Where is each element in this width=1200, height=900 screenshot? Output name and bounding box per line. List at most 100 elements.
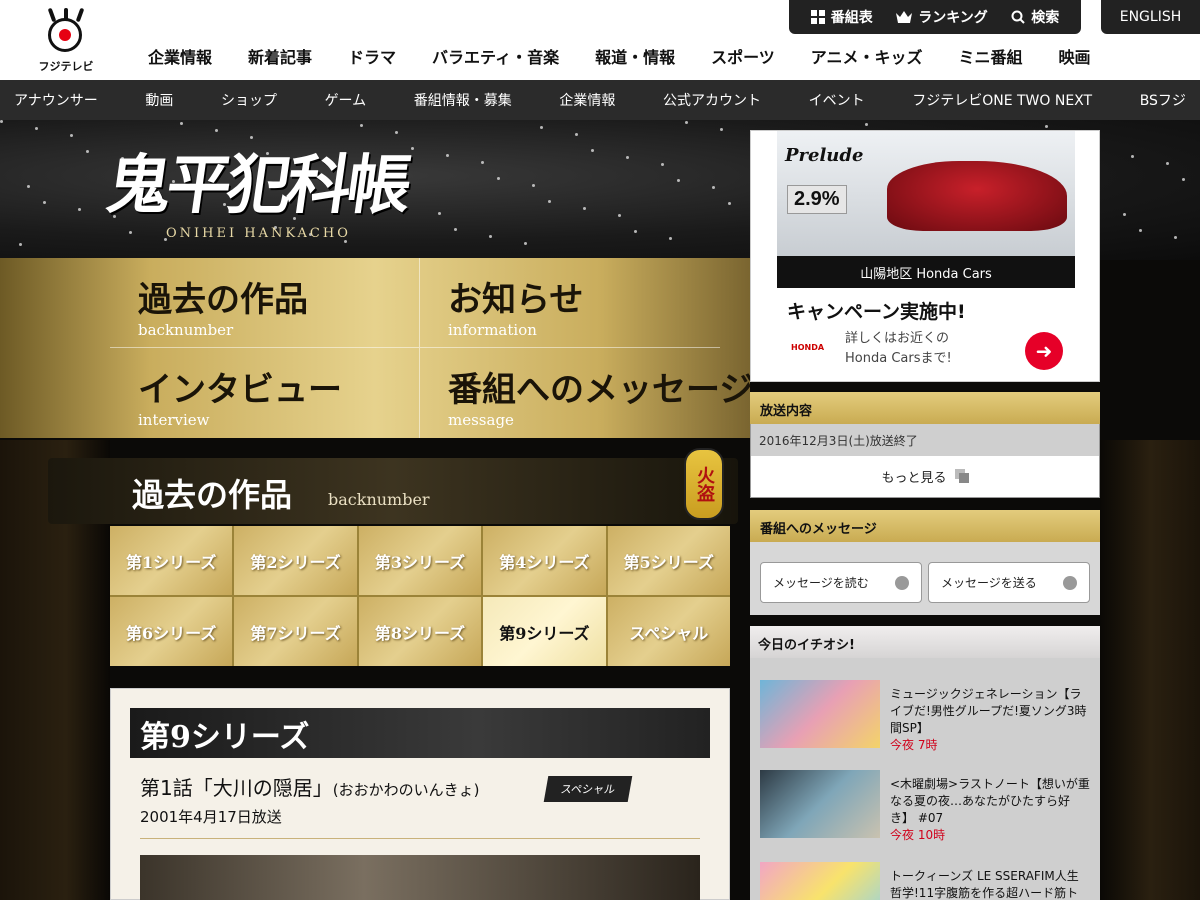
snow-particle (454, 228, 457, 231)
snow-particle (865, 123, 868, 126)
sub-nav-item[interactable]: 公式アカウント (663, 90, 761, 110)
main-nav-item[interactable]: アニメ・キッズ (793, 44, 941, 70)
pickup-item[interactable]: <木曜劇場>ラストノート【想いが重なる夏の夜…あなたがひたすら好き】 #07 今夜… (760, 770, 1090, 842)
more-button[interactable]: もっと見る (751, 458, 1099, 494)
arrow-circle-icon (895, 576, 909, 590)
snow-particle (728, 202, 731, 205)
logo-ear-icon (75, 7, 85, 23)
side-decoration (1100, 440, 1200, 900)
util-program-guide[interactable]: 番組表 (810, 7, 873, 27)
sub-nav-item[interactable]: 番組情報・募集 (414, 90, 512, 110)
arrow-right-icon[interactable]: ➜ (1025, 332, 1063, 370)
snow-particle (360, 124, 363, 127)
snow-particle (1174, 236, 1177, 239)
snow-particle (78, 208, 81, 211)
fujitv-logo[interactable]: フジテレビ (34, 7, 98, 73)
sub-nav-item[interactable]: 動画 (145, 90, 173, 110)
sub-nav-item[interactable]: フジテレビONE TWO NEXT (912, 90, 1092, 110)
sub-nav-item[interactable]: ゲーム (325, 90, 367, 110)
series-button[interactable]: 第8シリーズ (358, 597, 482, 666)
series-button[interactable]: 第7シリーズ (234, 597, 357, 666)
snow-particle (497, 177, 500, 180)
pickup-title: <木曜劇場>ラストノート【想いが重なる夏の夜…あなたがひたすら好き】 #07 (890, 777, 1090, 825)
snow-particle (677, 179, 680, 182)
sub-nav-item[interactable]: 企業情報 (559, 90, 615, 110)
snow-particle (712, 186, 715, 189)
pickup-title: ミュージックジェネレーション【ライブだ!男性グループだ!夏ソング3時間SP】 (890, 687, 1087, 735)
snow-particle (524, 242, 527, 245)
snow-particle (540, 126, 543, 129)
main-nav-item[interactable]: 報道・情報 (577, 44, 693, 70)
program-subtitle: ONIHEI HANKACHO (166, 226, 351, 241)
sub-nav: アナウンサー 動画 ショップ ゲーム 番組情報・募集 企業情報 公式アカウント イベント フジテ… (0, 80, 1200, 120)
honda-logo: HONDA (791, 343, 825, 352)
util-label: ランキング (918, 10, 988, 26)
sub-nav-item[interactable]: ショップ (221, 90, 277, 110)
sub-nav-item[interactable]: BSフジ (1140, 90, 1186, 110)
ad-banner[interactable]: Prelude 2.9% 山陽地区 Honda Cars キャンペーン実施中! … (750, 130, 1100, 382)
series-button[interactable]: 第5シリーズ (607, 526, 730, 595)
window-icon (954, 469, 969, 483)
snow-particle (129, 231, 132, 234)
special-badge: スペシャル (543, 776, 633, 802)
menu-label-jp: 過去の作品 (138, 280, 308, 320)
grid-icon (810, 10, 825, 24)
snow-particle (669, 237, 672, 240)
main-nav-item[interactable]: ドラマ (330, 44, 414, 70)
util-label: 番組表 (830, 10, 873, 26)
util-search[interactable]: 検索 (1011, 7, 1059, 27)
button-label: メッセージを送る (941, 576, 1037, 590)
main-nav-item[interactable]: スポーツ (693, 44, 793, 70)
ad-dealer: 山陽地区 Honda Cars (860, 266, 992, 282)
series-button[interactable]: 第3シリーズ (358, 526, 482, 595)
snow-particle (0, 120, 3, 123)
menu-backnumber[interactable]: 過去の作品 backnumber (110, 258, 420, 348)
sub-nav-item[interactable]: アナウンサー (14, 90, 98, 110)
snow-particle (685, 121, 688, 124)
english-link[interactable]: ENGLISH (1101, 0, 1200, 34)
heading-en: backnumber (328, 490, 430, 509)
menu-message[interactable]: 番組へのメッセージ message (420, 348, 753, 438)
sub-nav-item[interactable]: イベント (809, 90, 865, 110)
menu-interview[interactable]: インタビュー interview (110, 348, 420, 438)
main-nav-item[interactable]: ミニ番組 (940, 44, 1040, 70)
series-button[interactable]: 第4シリーズ (483, 526, 606, 595)
snow-particle (626, 156, 629, 159)
pickup-thumbnail (760, 770, 880, 838)
pickup-title: トークィーンズ LE SSERAFIM人生哲学!11字腹筋を作る超ハード筋ト (890, 869, 1079, 900)
read-message-button[interactable]: メッセージを読む (760, 562, 922, 603)
main-nav-item[interactable]: 新着記事 (230, 44, 330, 70)
pickup-item[interactable]: ミュージックジェネレーション【ライブだ!男性グループだ!夏ソング3時間SP】 今夜… (760, 680, 1090, 752)
main-nav-item[interactable]: 企業情報 (130, 44, 230, 70)
snow-particle (532, 184, 535, 187)
program-title-logo[interactable]: 鬼平犯科帳 (102, 134, 415, 226)
episode-title-text: 第1話「大川の隠居」 (140, 776, 333, 800)
menu-label-en: information (448, 321, 537, 339)
series-button[interactable]: 第2シリーズ (234, 526, 357, 595)
snow-particle (438, 212, 441, 215)
crown-icon (896, 11, 913, 23)
series-button[interactable]: 第6シリーズ (110, 597, 233, 666)
snow-particle (43, 201, 46, 204)
snow-particle (1131, 155, 1134, 158)
snow-particle (481, 161, 484, 164)
menu-label-en: interview (138, 411, 210, 429)
series-special-button[interactable]: スペシャル (607, 597, 730, 666)
snow-particle (1123, 213, 1126, 216)
snow-particle (489, 235, 492, 238)
snow-particle (86, 150, 89, 153)
episode-yomi: (おおかわのいんきょ) (332, 781, 480, 799)
series-button[interactable]: 第1シリーズ (110, 526, 233, 595)
menu-information[interactable]: お知らせ information (420, 258, 720, 348)
snow-particle (180, 122, 183, 125)
episode-date: 2001年4月17日放送 (140, 808, 282, 826)
pickup-item[interactable]: トークィーンズ LE SSERAFIM人生哲学!11字腹筋を作る超ハード筋ト (760, 862, 1090, 900)
button-label: メッセージを読む (773, 576, 869, 590)
snow-particle (1182, 178, 1185, 181)
series-button[interactable]: 第9シリーズ (483, 597, 606, 666)
main-nav-item[interactable]: バラエティ・音楽 (414, 44, 577, 70)
episode-image (140, 855, 700, 900)
send-message-button[interactable]: メッセージを送る (928, 562, 1090, 603)
util-ranking[interactable]: ランキング (896, 7, 988, 27)
main-nav-item[interactable]: 映画 (1041, 44, 1109, 70)
